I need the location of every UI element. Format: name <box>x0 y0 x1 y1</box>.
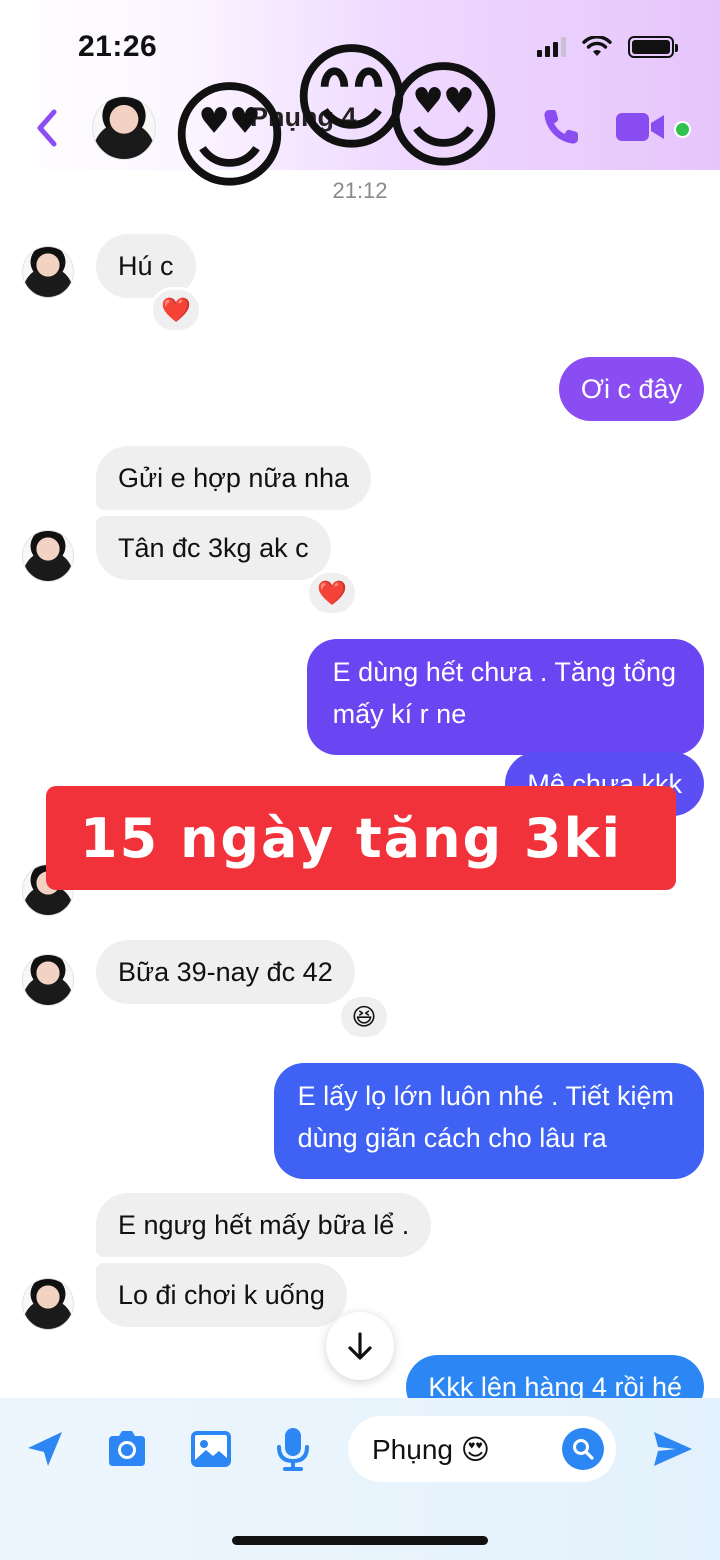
message-bubble[interactable]: Ơi c đây <box>558 357 704 421</box>
signal-icon <box>537 37 566 57</box>
microphone-icon[interactable] <box>270 1426 316 1472</box>
message-bubble[interactable]: E lấy lọ lớn luôn nhé . Tiết kiệm dùng g… <box>273 1063 704 1179</box>
video-camera-icon[interactable] <box>614 110 666 144</box>
message-bubble[interactable]: Gửi e hợp nữa nha <box>96 446 371 510</box>
camera-icon[interactable] <box>104 1426 150 1472</box>
arrow-down-icon <box>348 1332 372 1360</box>
send-icon[interactable] <box>650 1426 696 1472</box>
sender-avatar[interactable] <box>22 530 74 582</box>
laughing-reaction-icon[interactable]: 😆 <box>338 994 390 1040</box>
heart-reaction-icon[interactable]: ❤️ <box>150 287 202 333</box>
message-line: mấy kí r ne <box>332 699 467 729</box>
message-bubble[interactable]: Lo đi chơi k uống <box>96 1263 347 1327</box>
search-icon <box>573 1439 594 1460</box>
wifi-icon <box>582 36 612 56</box>
status-time: 21:26 <box>78 30 158 63</box>
location-arrow-icon[interactable] <box>22 1426 68 1472</box>
heart-eyes-sticker: 😍 <box>382 51 506 183</box>
message-line: E dùng hết chưa . Tăng tổng <box>332 657 676 687</box>
sender-avatar[interactable] <box>22 246 74 298</box>
message-line: dùng giãn cách cho lâu ra <box>297 1123 607 1153</box>
scroll-to-bottom-button[interactable] <box>326 1312 394 1380</box>
message-input-text: Phụng 😍 <box>372 1433 490 1465</box>
online-status-dot <box>674 121 691 138</box>
message-bubble[interactable]: E ngưg hết mấy bữa lể . <box>96 1193 432 1257</box>
gallery-icon[interactable] <box>188 1426 234 1472</box>
phone-icon[interactable] <box>540 106 582 148</box>
timestamp: 21:12 <box>332 178 388 203</box>
heart-reaction-icon[interactable]: ❤️ <box>306 570 358 616</box>
avatar[interactable] <box>92 96 156 160</box>
promo-banner: 15 ngày tăng 3ki <box>46 786 676 890</box>
sender-avatar[interactable] <box>22 954 74 1006</box>
message-bubble[interactable]: Bữa 39-nay đc 42 <box>96 940 355 1004</box>
messenger-chat-screen: 21:26 Phụng 4 😍 😊 😍 21:12 Hú c ❤️ Ơi c đ… <box>0 0 720 1560</box>
sender-avatar[interactable] <box>22 1278 74 1330</box>
message-bubble[interactable]: E dùng hết chưa . Tăng tổng mấy kí r ne <box>306 639 704 755</box>
message-line: E lấy lọ lớn luôn nhé . Tiết kiệm <box>297 1081 674 1111</box>
message-bubble[interactable]: Tân đc 3kg ak c <box>96 516 331 580</box>
search-button[interactable] <box>562 1428 604 1470</box>
back-icon[interactable] <box>32 106 62 150</box>
home-indicator <box>232 1536 488 1545</box>
battery-icon <box>628 36 678 58</box>
status-icons <box>537 36 678 58</box>
